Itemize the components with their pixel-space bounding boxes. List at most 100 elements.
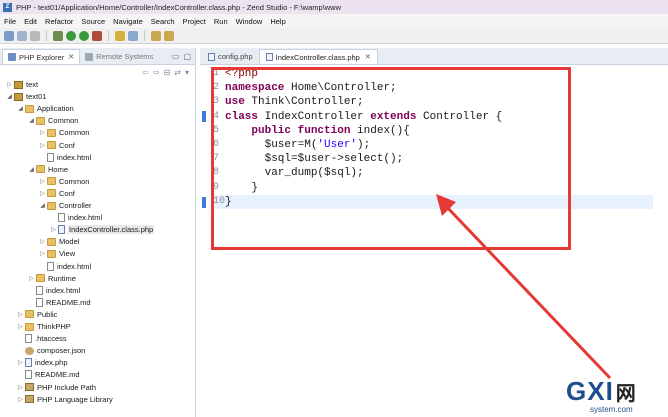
expand-toggle-icon[interactable]: ◢ (28, 166, 35, 173)
expand-toggle-icon[interactable]: ▷ (17, 384, 24, 391)
tree-item[interactable]: ▷ Common (39, 127, 89, 138)
tree-item[interactable]: ▷ Public (17, 309, 57, 320)
code-line[interactable]: 5 public function index(){ (213, 124, 653, 138)
tree-item[interactable]: ◢ Common (28, 115, 78, 126)
code-line[interactable]: 4 class IndexController extends Controlle… (213, 110, 653, 124)
code-line[interactable]: 3 use Think\Controller; (213, 95, 653, 109)
menu-edit[interactable]: Edit (24, 17, 37, 26)
open-type-icon[interactable] (115, 30, 125, 41)
code-line[interactable]: 9 } (213, 181, 653, 195)
expand-toggle-icon[interactable]: ◢ (6, 93, 13, 100)
tree-item[interactable]: ▷ PHP Include Path (17, 382, 96, 393)
menu-refactor[interactable]: Refactor (45, 17, 73, 26)
expand-toggle-icon[interactable]: ▷ (50, 226, 57, 233)
forward-icon[interactable]: ⇨ (153, 68, 160, 77)
menu-search[interactable]: Search (151, 17, 175, 26)
tree-item-label: README.md (46, 297, 91, 307)
maximize-icon[interactable]: ▢ (183, 52, 191, 61)
editor-gutter (200, 67, 210, 417)
code-line[interactable]: 8 var_dump($sql); (213, 166, 653, 180)
line-number: 6 (213, 138, 220, 150)
code-line[interactable]: 10} (213, 194, 653, 209)
menu-project[interactable]: Project (183, 17, 206, 26)
external-tools-icon[interactable] (92, 30, 102, 41)
tree-item[interactable]: composer.json (17, 345, 85, 356)
close-icon[interactable]: ✕ (365, 53, 371, 61)
tree-item-label: ThinkPHP (37, 322, 71, 331)
expand-toggle-icon[interactable]: ◢ (28, 117, 35, 124)
code-line[interactable]: 7 $sql=$user->select(); (213, 152, 653, 166)
expand-toggle-icon[interactable]: ▷ (39, 142, 46, 149)
expand-toggle-icon[interactable]: ▷ (17, 396, 24, 403)
run-icon[interactable] (66, 30, 76, 41)
debug-icon[interactable] (53, 30, 63, 41)
tree-item[interactable]: ▷ Conf (39, 188, 75, 199)
expand-toggle-icon[interactable]: ▷ (17, 311, 24, 318)
tree-item[interactable]: ◢ Controller (39, 200, 91, 211)
code-line[interactable]: 6 $user=M('User'); (213, 138, 653, 152)
expand-toggle-icon[interactable]: ▷ (17, 359, 24, 366)
save-icon[interactable] (17, 30, 27, 41)
menu-run[interactable]: Run (214, 17, 228, 26)
tree-item[interactable]: ▷ index.php (17, 357, 68, 368)
menu-help[interactable]: Help (270, 17, 285, 26)
tree-item[interactable]: ▷ Common (39, 176, 89, 187)
tree-item[interactable]: ◢ text01 (6, 91, 46, 102)
collapse-all-icon[interactable]: ⊟ (164, 68, 171, 77)
tab-config-php[interactable]: config.php (202, 49, 259, 64)
code-line[interactable]: 1 <?php (213, 67, 653, 81)
tree-item[interactable]: ▷ PHP Language Library (17, 394, 113, 405)
expand-toggle-icon[interactable]: ◢ (39, 202, 46, 209)
expand-toggle-icon[interactable]: ▷ (39, 238, 46, 245)
expand-toggle-icon[interactable]: ▷ (39, 250, 46, 257)
tree-item[interactable]: ▷ ThinkPHP (17, 321, 71, 332)
expand-toggle-icon[interactable]: ▷ (28, 275, 35, 282)
back-icon[interactable] (151, 30, 161, 41)
menu-navigate[interactable]: Navigate (113, 17, 143, 26)
folder-icon (47, 201, 56, 210)
tree-item[interactable]: ◢ Home (28, 164, 68, 175)
tab-indexcontroller[interactable]: IndexController.class.php ✕ (258, 49, 378, 64)
tree-item[interactable]: ▷ Model (39, 236, 79, 247)
tree-item[interactable]: README.md (17, 369, 80, 380)
close-icon[interactable]: ✕ (68, 53, 74, 61)
code-line[interactable]: 2 namespace Home\Controller; (213, 81, 653, 95)
minimize-icon[interactable]: ▭ (172, 52, 180, 61)
view-menu-icon[interactable]: ▾ (185, 68, 189, 77)
expand-toggle-icon[interactable]: ▷ (39, 129, 46, 136)
file-icon (47, 152, 54, 162)
expand-toggle-icon[interactable]: ▷ (39, 178, 46, 185)
tab-remote-systems[interactable]: Remote Systems (80, 49, 158, 64)
menu-window[interactable]: Window (236, 17, 263, 26)
tree-item[interactable]: .htaccess (17, 333, 67, 344)
tree-item[interactable]: ▷ Runtime (28, 273, 76, 284)
expand-toggle-icon[interactable]: ▷ (17, 323, 24, 330)
menu-source[interactable]: Source (81, 17, 105, 26)
tree-item[interactable]: ▷ Conf (39, 140, 75, 151)
tree-item[interactable]: ▷ text (6, 79, 38, 90)
window-title: PHP - text01/Application/Home/Controller… (16, 2, 342, 12)
folder-icon (47, 128, 56, 137)
folder-icon (47, 189, 56, 198)
tree-item[interactable]: index.html (39, 261, 91, 272)
tab-php-explorer[interactable]: PHP Explorer ✕ (2, 49, 81, 64)
search-icon[interactable] (128, 30, 138, 41)
tree-item[interactable]: README.md (28, 297, 91, 308)
tree-item[interactable]: index.html (39, 152, 91, 163)
menu-file[interactable]: File (4, 17, 16, 26)
expand-toggle-icon[interactable]: ▷ (39, 190, 46, 197)
expand-toggle-icon[interactable]: ◢ (17, 105, 24, 112)
expand-toggle-icon[interactable]: ▷ (6, 81, 13, 88)
tree-item[interactable]: index.html (50, 212, 102, 223)
tree-item[interactable]: index.html (28, 285, 80, 296)
tree-item[interactable]: ▷ View (39, 248, 75, 259)
tree-item[interactable]: ▷ IndexController.class.php (50, 224, 155, 235)
tree-item[interactable]: ◢ Application (17, 103, 74, 114)
print-icon[interactable] (30, 30, 40, 41)
link-editor-icon[interactable]: ⇄ (174, 68, 181, 77)
code-area[interactable]: 1 <?php 2 namespace Home\Controller; 3 use Th… (213, 67, 653, 209)
new-file-icon[interactable] (4, 30, 14, 41)
run-profile-icon[interactable] (79, 30, 89, 41)
forward-icon[interactable] (164, 30, 174, 41)
back-icon[interactable]: ⇦ (142, 68, 149, 77)
